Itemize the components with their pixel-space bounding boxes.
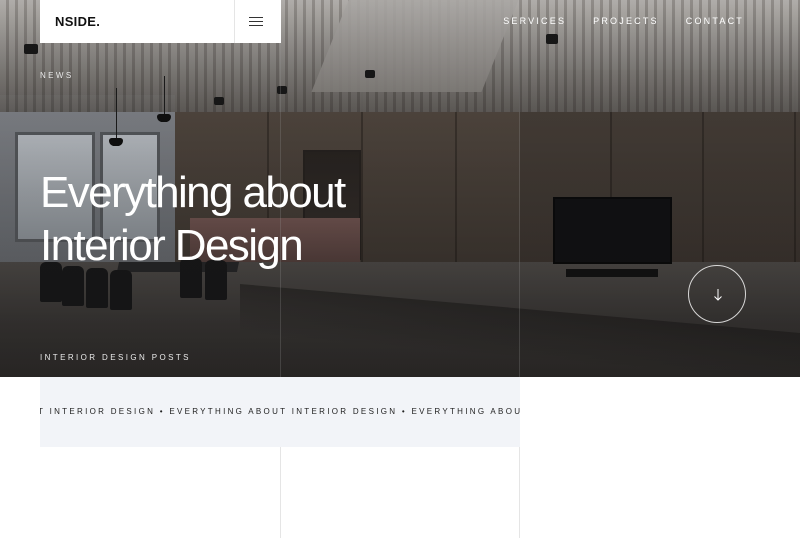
menu-line [249,25,263,26]
header-divider [234,0,235,43]
menu-line [249,17,263,18]
hero-eyebrow: NEWS [40,71,74,80]
arrow-down-icon [714,289,722,301]
scroll-down-button[interactable] [688,265,746,323]
grid-line [519,0,520,538]
nav-services[interactable]: SERVICES [503,16,566,26]
main-nav: SERVICES PROJECTS CONTACT [503,16,744,26]
site-logo[interactable]: NSIDE. [55,14,100,29]
marquee-band: T INTERIOR DESIGN • EVERYTHING ABOUT INT… [40,377,520,447]
nav-contact[interactable]: CONTACT [686,16,744,26]
marquee-text: T INTERIOR DESIGN • EVERYTHING ABOUT INT… [40,407,520,416]
nav-projects[interactable]: PROJECTS [593,16,659,26]
menu-line [249,21,263,22]
hamburger-menu-icon[interactable] [243,12,269,32]
hero-title-line1: Everything about [40,168,346,217]
header-logo-box: NSIDE. [40,0,281,43]
hero-title: Everything about Interior Design [40,166,346,272]
hero-title-line2: Interior Design [40,221,304,270]
hero-subtitle: INTERIOR DESIGN POSTS [40,353,191,362]
